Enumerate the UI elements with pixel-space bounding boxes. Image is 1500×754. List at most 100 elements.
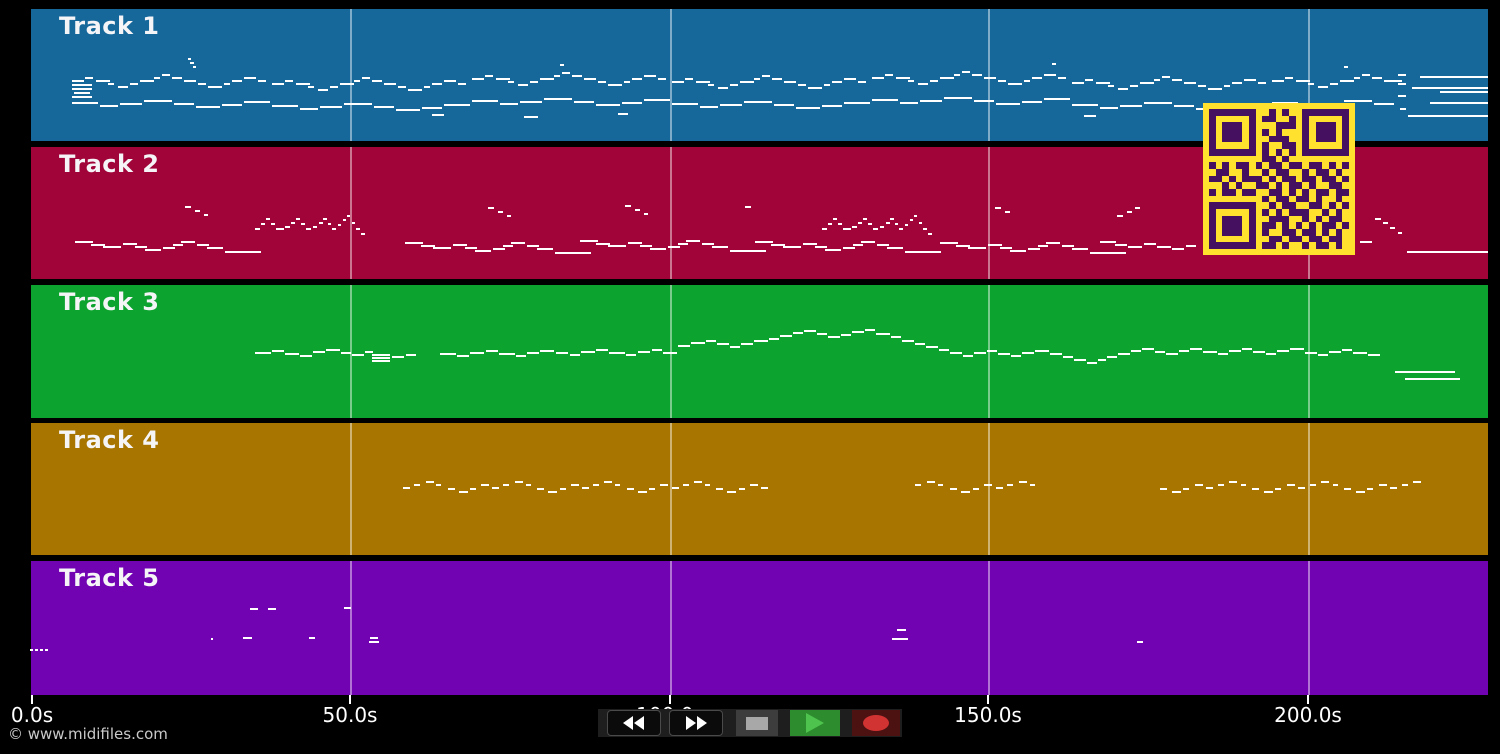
- qr-module: [1308, 222, 1316, 229]
- qr-module: [1342, 222, 1349, 229]
- midi-note: [1038, 245, 1048, 247]
- midi-note: [678, 243, 688, 245]
- qr-module: [1342, 242, 1349, 249]
- qr-module: [1275, 222, 1283, 229]
- midi-note: [717, 343, 729, 345]
- qr-module: [1275, 195, 1283, 203]
- qr-module: [1335, 135, 1343, 143]
- midi-note: [496, 78, 510, 80]
- qr-module: [1235, 115, 1243, 123]
- qr-module: [1315, 122, 1323, 129]
- qr-module: [1315, 109, 1323, 116]
- midi-note: [627, 488, 634, 490]
- qr-module: [1268, 142, 1276, 149]
- qr-module: [1242, 109, 1249, 116]
- midi-note: [995, 207, 1001, 209]
- midi-note: [745, 206, 751, 208]
- midi-note: [915, 343, 925, 345]
- midi-note: [1010, 250, 1026, 252]
- midi-note: [347, 215, 350, 217]
- midi-note: [291, 222, 295, 224]
- midi-note: [798, 84, 806, 86]
- qr-module: [1268, 228, 1276, 236]
- midi-note: [571, 484, 579, 486]
- qr-module: [1235, 228, 1243, 236]
- midi-note: [873, 228, 878, 230]
- midi-note: [1296, 80, 1310, 82]
- play-button[interactable]: [790, 710, 840, 736]
- track-label-5: Track 5: [59, 564, 160, 592]
- qr-module: [1335, 162, 1343, 169]
- midi-note: [1407, 251, 1488, 253]
- qr-module: [1295, 188, 1303, 196]
- midi-note: [754, 340, 768, 342]
- qr-module: [1288, 175, 1296, 183]
- midi-note: [672, 81, 684, 83]
- midi-note: [1206, 487, 1213, 489]
- qr-module: [1228, 215, 1236, 223]
- midi-note: [30, 649, 33, 651]
- midi-note: [1166, 353, 1178, 355]
- fast-forward-button[interactable]: [669, 710, 723, 736]
- qr-module: [1295, 222, 1303, 229]
- transport-bar: [598, 709, 902, 737]
- midi-note: [511, 242, 525, 244]
- gridline: [670, 561, 672, 695]
- midi-note: [1368, 354, 1380, 356]
- midi-note: [825, 249, 841, 251]
- midi-note: [761, 487, 768, 489]
- track-lane-3: [31, 285, 1488, 418]
- midi-note: [652, 349, 662, 351]
- midi-note: [524, 116, 538, 118]
- midi-note: [196, 106, 220, 108]
- midi-note: [498, 211, 503, 213]
- midi-note: [998, 353, 1010, 355]
- midi-note: [706, 340, 716, 342]
- midi-note: [1333, 484, 1338, 486]
- stop-icon: [746, 716, 768, 730]
- midi-note: [266, 218, 270, 220]
- midi-note: [332, 228, 336, 230]
- midi-note: [927, 481, 935, 483]
- qr-module: [1242, 202, 1249, 209]
- gridline: [988, 423, 990, 555]
- midi-note: [915, 484, 921, 486]
- record-button[interactable]: [852, 710, 900, 736]
- qr-module: [1255, 188, 1263, 196]
- qr-module: [1342, 135, 1349, 143]
- qr-module: [1295, 148, 1303, 156]
- qr-module: [1255, 182, 1263, 189]
- qr-module: [1215, 128, 1223, 136]
- qr-module: [1288, 202, 1296, 209]
- midi-note: [596, 349, 608, 351]
- midi-note: [500, 103, 518, 105]
- midi-note: [197, 244, 209, 246]
- qr-module: [1295, 235, 1303, 243]
- midi-note: [838, 223, 842, 225]
- qr-module: [1209, 115, 1216, 123]
- midi-note: [1046, 242, 1060, 244]
- qr-module: [1222, 162, 1229, 169]
- midi-note: [1007, 484, 1013, 486]
- midi-note: [968, 247, 986, 249]
- qr-module: [1335, 122, 1343, 129]
- stop-button[interactable]: [736, 710, 778, 736]
- qr-module: [1255, 135, 1263, 143]
- qr-module: [1255, 222, 1263, 229]
- midi-note: [730, 250, 766, 252]
- midi-note: [988, 244, 1002, 246]
- midi-note: [672, 487, 679, 489]
- qr-module: [1262, 242, 1269, 249]
- midi-note: [432, 83, 442, 85]
- midi-note: [663, 352, 677, 354]
- midi-note: [1277, 350, 1289, 352]
- midi-note: [72, 84, 92, 86]
- midi-note: [130, 83, 138, 85]
- qr-module: [1322, 215, 1329, 223]
- midi-note: [492, 487, 499, 489]
- qr-module: [1242, 162, 1249, 169]
- qr-module: [1235, 142, 1243, 149]
- rewind-button[interactable]: [607, 710, 661, 736]
- midi-note: [615, 484, 620, 486]
- qr-module: [1222, 195, 1229, 203]
